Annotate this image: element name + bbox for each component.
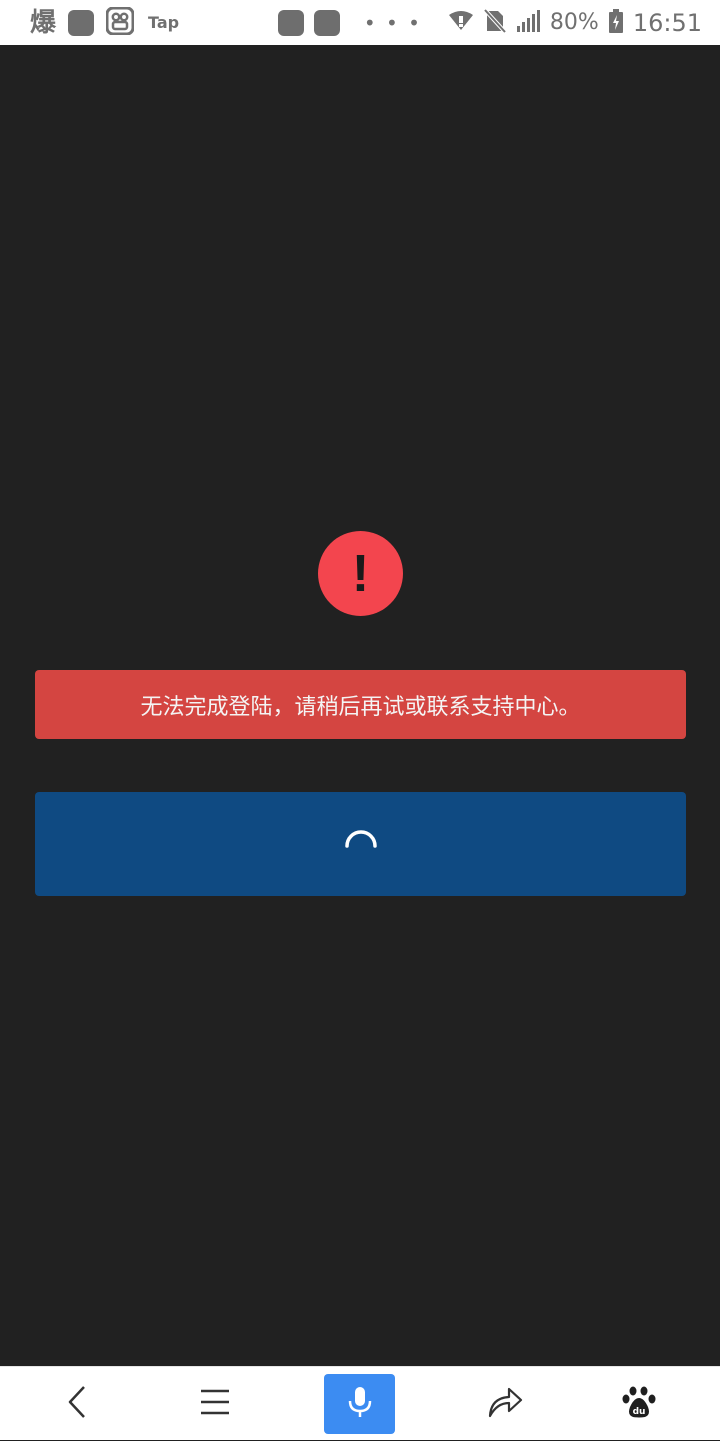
back-button[interactable] — [40, 1367, 114, 1441]
app-notification-glyph: 爆 — [30, 7, 57, 38]
retry-login-button[interactable] — [35, 792, 686, 896]
battery-percent: 80% — [549, 10, 599, 35]
share-button[interactable] — [468, 1367, 542, 1441]
notification-app-icon-3 — [313, 9, 340, 36]
clock: 16:51 — [632, 8, 702, 37]
signal-icon — [516, 9, 540, 36]
login-error-screen: ! 无法完成登陆，请稍后再试或联系支持中心。 — [0, 45, 720, 1366]
bottom-nav-bar: du — [0, 1366, 720, 1440]
menu-icon — [200, 1388, 230, 1420]
no-sim-icon — [483, 8, 507, 37]
svg-text:du: du — [633, 1407, 646, 1417]
status-bar: 爆 Tap • • • 80% 16:51 — [0, 0, 720, 45]
exclamation-icon: ! — [318, 531, 403, 616]
more-notifications-icon: • • • — [363, 10, 422, 35]
wifi-icon — [448, 10, 474, 36]
loading-spinner-icon — [341, 822, 381, 866]
battery-charging-icon — [608, 8, 623, 37]
back-icon — [66, 1385, 88, 1423]
tap-app-label: Tap — [148, 13, 180, 32]
notification-app-icon-2 — [277, 9, 304, 36]
error-message-text: 无法完成登陆，请稍后再试或联系支持中心。 — [140, 694, 581, 720]
share-icon — [487, 1386, 523, 1422]
baidu-home-button[interactable]: du — [602, 1367, 676, 1441]
notification-app-icon — [68, 9, 95, 36]
error-message-banner: 无法完成登陆，请稍后再试或联系支持中心。 — [35, 670, 686, 739]
status-bar-right: • • • 80% 16:51 — [277, 8, 702, 37]
menu-button[interactable] — [178, 1367, 252, 1441]
baidu-paw-icon: du — [622, 1385, 656, 1423]
voice-search-button[interactable] — [324, 1374, 395, 1434]
exclamation-symbol: ! — [351, 544, 370, 603]
status-bar-left: 爆 Tap — [30, 6, 180, 39]
qq-style-app-icon — [105, 6, 135, 39]
microphone-icon — [347, 1386, 373, 1422]
